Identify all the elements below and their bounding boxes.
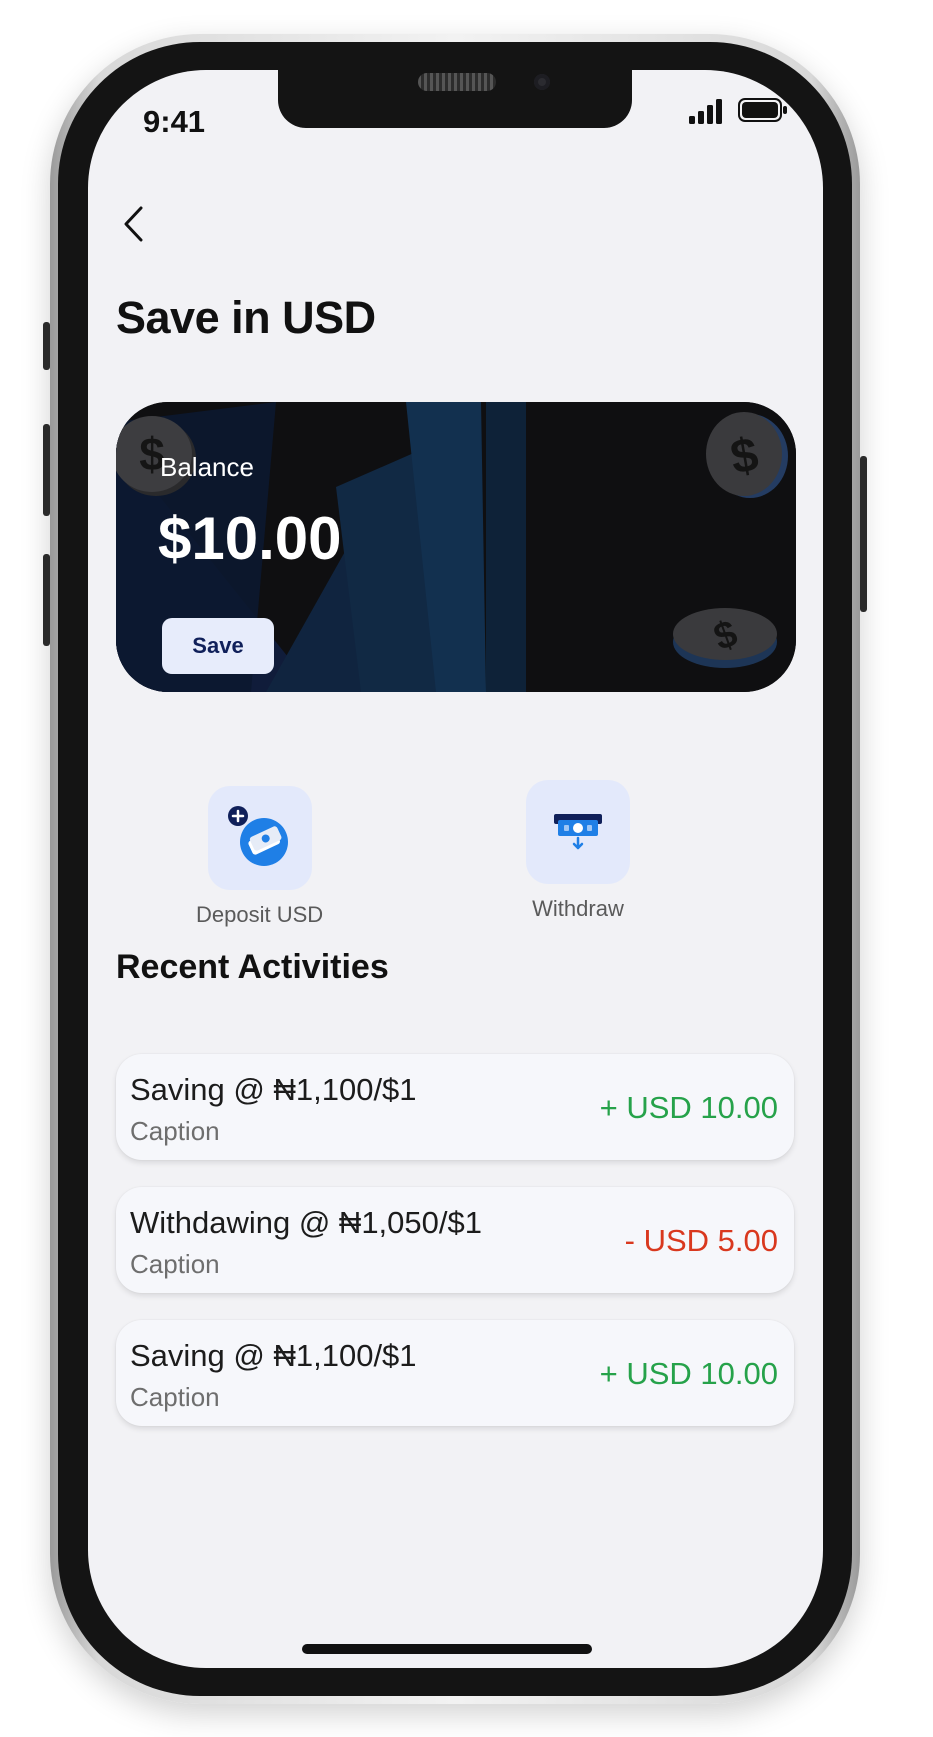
balance-label: Balance (160, 452, 254, 482)
activity-caption: Caption (130, 1249, 220, 1279)
activity-caption: Caption (130, 1382, 220, 1412)
activity-amount: - USD 5.00 (624, 1223, 778, 1258)
save-button[interactable]: Save (162, 618, 274, 674)
dollar-coin-icon: $ (673, 608, 777, 668)
chevron-left-icon (124, 206, 143, 242)
deposit-cash-icon (227, 806, 288, 866)
recent-activities-title: Recent Activities (116, 948, 389, 986)
activity-item[interactable]: Saving @ ₦1,100/$1 Caption + USD 10.00 (116, 1320, 794, 1426)
power-button (860, 456, 867, 612)
withdraw-button[interactable]: Withdraw (526, 780, 630, 922)
activity-title: Saving @ ₦1,100/$1 (130, 1338, 417, 1373)
app-screen: 9:41 Save in USD $ $ $ Balance $10.00 Sa… (88, 70, 823, 1668)
cellular-signal-icon (689, 99, 722, 124)
activity-title: Saving @ ₦1,100/$1 (130, 1072, 417, 1107)
volume-up-button (43, 424, 50, 516)
mute-switch (43, 322, 50, 370)
page-title: Save in USD (116, 292, 376, 343)
deposit-usd-label: Deposit USD (196, 902, 324, 927)
front-camera (534, 74, 550, 90)
status-time: 9:41 (143, 104, 206, 139)
recent-activities-list: Saving @ ₦1,100/$1 Caption + USD 10.00 W… (116, 1054, 794, 1453)
activity-item[interactable]: Saving @ ₦1,100/$1 Caption + USD 10.00 (116, 1054, 794, 1160)
back-button[interactable] (110, 200, 158, 248)
balance-card: $ $ $ Balance $10.00 Save (116, 402, 796, 692)
dollar-coin-icon: $ (706, 412, 788, 498)
battery-icon (738, 98, 787, 122)
withdraw-label: Withdraw (532, 896, 624, 921)
atm-withdraw-icon (554, 814, 602, 850)
home-indicator[interactable] (302, 1644, 592, 1654)
activity-caption: Caption (130, 1116, 220, 1146)
deposit-usd-button[interactable]: Deposit USD (196, 786, 323, 928)
activity-item[interactable]: Withdawing @ ₦1,050/$1 Caption - USD 5.0… (116, 1187, 794, 1293)
activity-amount: + USD 10.00 (599, 1090, 778, 1125)
balance-amount: $10.00 (158, 505, 342, 572)
volume-down-button (43, 554, 50, 646)
deposit-tile (207, 786, 312, 890)
notch (278, 70, 632, 128)
speaker-grille (418, 73, 496, 91)
activity-amount: + USD 10.00 (599, 1356, 778, 1391)
activity-title: Withdawing @ ₦1,050/$1 (130, 1205, 482, 1240)
withdraw-tile (526, 780, 630, 884)
